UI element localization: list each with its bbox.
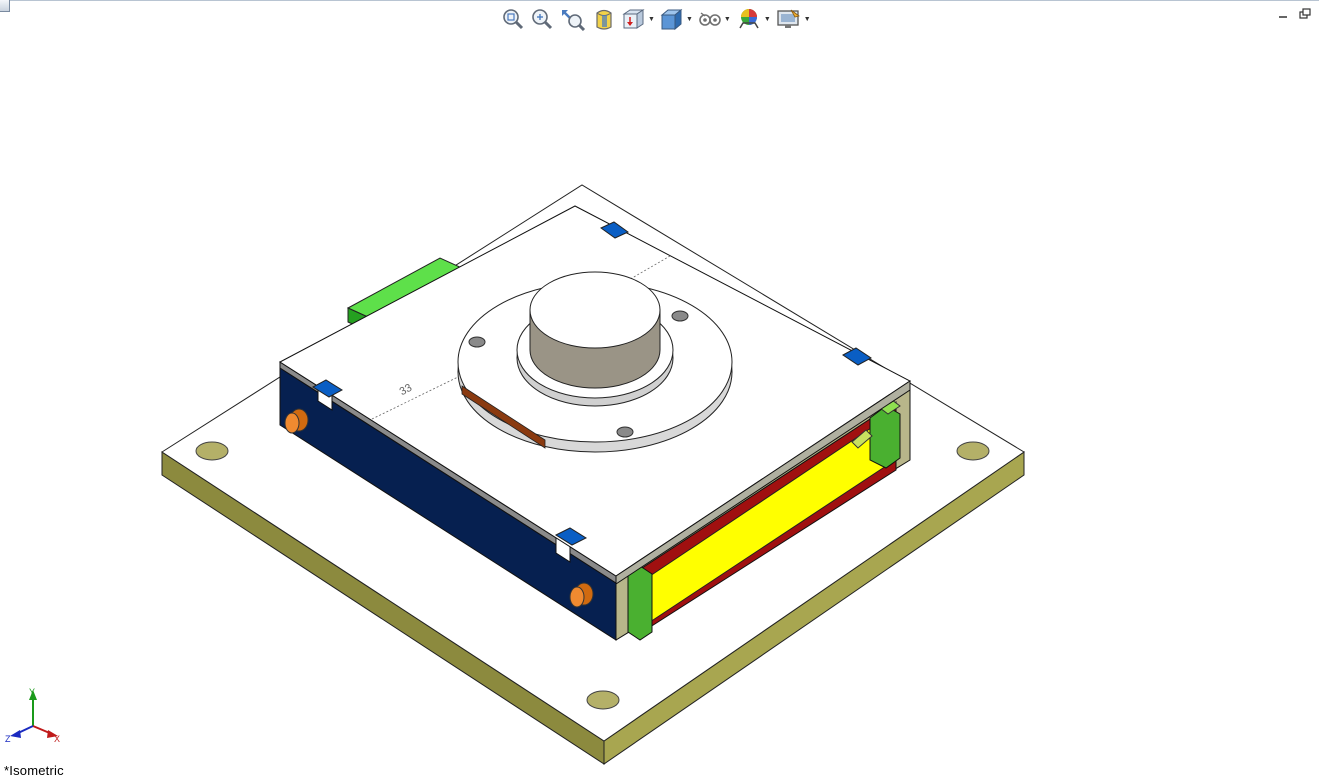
reference-triad: Y X Z xyxy=(5,687,60,744)
cylinder-boss[interactable] xyxy=(529,271,661,389)
triad-x-label: X xyxy=(54,734,60,744)
model-viewport[interactable]: 33 xyxy=(0,0,1319,781)
triad-y-label: Y xyxy=(29,687,35,697)
view-orientation-label: *Isometric xyxy=(4,763,64,778)
triad-z-label: Z xyxy=(5,734,11,744)
